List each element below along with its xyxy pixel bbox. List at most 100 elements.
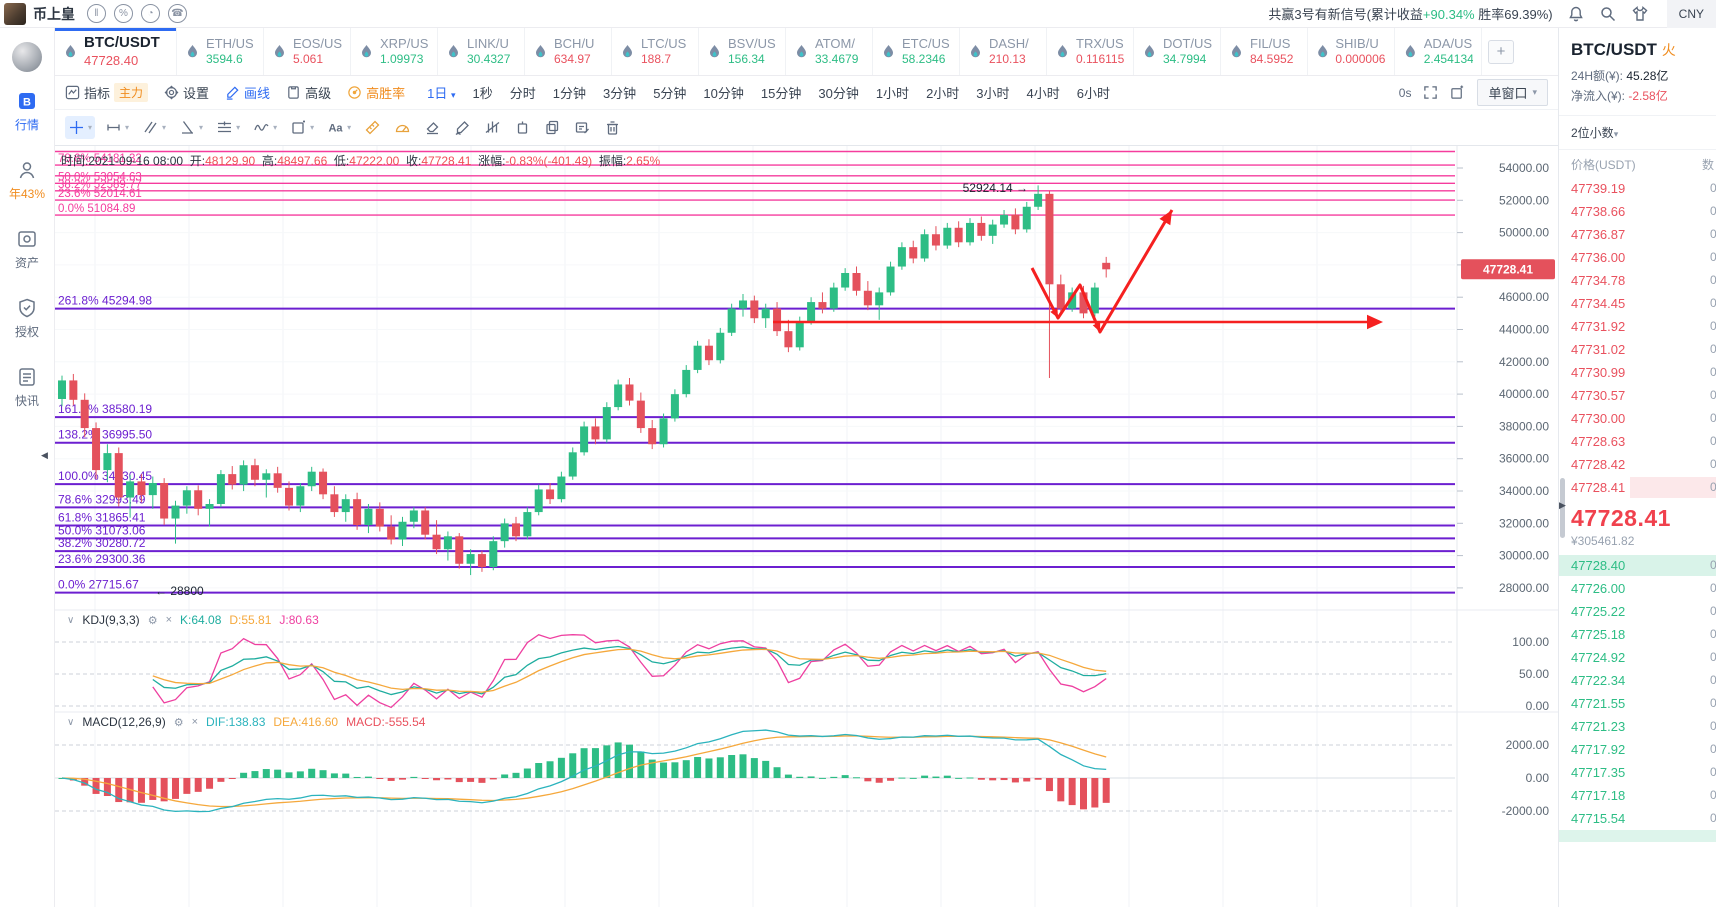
window-mode-select[interactable]: 单窗口 ▾ (1477, 79, 1548, 106)
orderbook-row[interactable]: 47728.42 0 (1559, 453, 1716, 476)
search-icon[interactable] (1599, 5, 1617, 23)
decimals-select[interactable]: 2位小数▾ (1559, 116, 1716, 150)
globe-icon[interactable] (12, 42, 42, 72)
tab-ADA/US[interactable]: ADA/US 2.454134 (1395, 28, 1482, 75)
fullscreen-icon[interactable] (1423, 85, 1438, 100)
tab-ETC/US[interactable]: ETC/US 58.2346 (873, 28, 960, 75)
orderbook-row[interactable]: 47738.66 0 (1559, 200, 1716, 223)
protractor-tool[interactable] (391, 116, 414, 139)
orderbook-row[interactable]: 47721.55 0 (1559, 692, 1716, 715)
kdj-settings-icon[interactable]: ⚙ (148, 614, 158, 627)
signal-banner[interactable]: 共赢3号有新信号(累计收益+90.34% 胜率69.39%) (1268, 4, 1552, 23)
tab-LINK/U[interactable]: LINK/U 30.4327 (438, 28, 525, 75)
macd-settings-icon[interactable]: ⚙ (174, 716, 184, 729)
orderbook-row[interactable]: 47715.54 0 (1559, 807, 1716, 830)
orderbook-row[interactable]: 47731.02 0 (1559, 338, 1716, 361)
orderbook-row[interactable]: 47717.18 0 (1559, 784, 1716, 807)
tab-BSV/US[interactable]: BSV/US 156.34 (699, 28, 786, 75)
magnet-tool[interactable] (511, 116, 534, 139)
interval-3分钟[interactable]: 3分钟 (603, 83, 636, 102)
interval-2小时[interactable]: 2小时 (926, 83, 959, 102)
interval-1秒[interactable]: 1秒 (472, 83, 492, 102)
high-winrate-button[interactable]: 高胜率 (347, 83, 405, 102)
tab-LTC/US[interactable]: LTC/US 188.7 (612, 28, 699, 75)
interval-1日[interactable]: 1日 ▾ (427, 83, 455, 102)
currency-selector[interactable]: CNY (1666, 0, 1716, 28)
orderbook-row[interactable]: 47717.35 0 (1559, 761, 1716, 784)
tab-ETH/US[interactable]: ETH/US 3594.6 (177, 28, 264, 75)
settings-button[interactable]: 设置 (164, 83, 209, 102)
interval-6小时[interactable]: 6小时 (1077, 83, 1110, 102)
orderbook-row[interactable]: 47730.00 0 (1559, 407, 1716, 430)
crosshair-tool[interactable]: ▾ (65, 116, 96, 139)
sidebar-item-行情[interactable]: B 行情 (9, 90, 45, 133)
orderbook-row[interactable]: 47725.22 0 (1559, 600, 1716, 623)
bar-compare-tool[interactable] (481, 116, 504, 139)
interval-分时[interactable]: 分时 (510, 83, 536, 102)
chart-area[interactable]: 时间:2021-09-16 08:00 开:48129.90 高:48497.6… (55, 146, 1558, 907)
pause-badge-icon[interactable]: ‖ (87, 4, 106, 23)
orderbook-row[interactable]: 47721.23 0 (1559, 715, 1716, 738)
advanced-button[interactable]: 高级 (286, 83, 331, 102)
main-force-chip[interactable]: 主力 (114, 83, 149, 102)
orderbook-row[interactable]: 47717.92 0 (1559, 738, 1716, 761)
parallel-lines-tool[interactable]: ▾ (139, 116, 169, 139)
tab-DOT/US[interactable]: DOT/US 34.7994 (1134, 28, 1221, 75)
orderbook-row[interactable]: 47728.41 0 (1559, 476, 1716, 499)
sidebar-item-资产[interactable]: 资产 (9, 228, 45, 271)
sidebar-item-年43%[interactable]: 年43% (9, 159, 45, 202)
percent-badge-icon[interactable]: % (114, 4, 133, 23)
gauge-badge-icon[interactable]: ◔ (141, 4, 160, 23)
orderbook-row[interactable]: 47731.92 0 (1559, 315, 1716, 338)
bell-icon[interactable] (1567, 5, 1585, 23)
angle-line-tool[interactable]: ▾ (176, 116, 206, 139)
sidebar-item-快讯[interactable]: 快讯 (9, 366, 45, 409)
orderbook-row[interactable]: 47722.34 0 (1559, 669, 1716, 692)
indicator-button[interactable]: 指标 主力 (65, 83, 149, 102)
orderbook-row[interactable]: 47736.87 0 (1559, 223, 1716, 246)
shirt-icon[interactable] (1631, 5, 1649, 23)
sidebar-item-授权[interactable]: 授权 (9, 297, 45, 340)
orderbook-row[interactable]: 47734.45 0 (1559, 292, 1716, 315)
orderbook-row[interactable]: 47724.92 0 (1559, 646, 1716, 669)
text-tool[interactable]: Aa ▾ (324, 116, 354, 139)
note-edit-tool[interactable] (571, 116, 594, 139)
kdj-close-icon[interactable]: × (166, 614, 172, 626)
eraser-tool[interactable] (421, 116, 444, 139)
interval-30分钟[interactable]: 30分钟 (818, 83, 858, 102)
interval-15分钟[interactable]: 15分钟 (761, 83, 801, 102)
collapse-panel-arrow[interactable]: ▶ (1559, 500, 1566, 511)
copy-tool[interactable] (541, 116, 564, 139)
add-pane-icon[interactable] (1450, 85, 1465, 100)
add-pair-button[interactable]: + (1488, 39, 1514, 64)
macd-close-icon[interactable]: × (192, 716, 198, 728)
elliott-wave-tool[interactable]: ▾ (250, 116, 280, 139)
user-avatar[interactable] (4, 2, 26, 25)
collapse-icon[interactable]: ∨ (67, 717, 74, 728)
interval-1小时[interactable]: 1小时 (876, 83, 909, 102)
interval-5分钟[interactable]: 5分钟 (653, 83, 686, 102)
tab-DASH/[interactable]: DASH/210.13 (960, 28, 1047, 75)
tab-XRP/US[interactable]: XRP/US 1.09973 (351, 28, 438, 75)
orderbook-row[interactable]: 47736.00 0 (1559, 246, 1716, 269)
orderbook-row[interactable]: 47730.99 0 (1559, 361, 1716, 384)
tab-EOS/US[interactable]: EOS/US 5.061 (264, 28, 351, 75)
tab-BCH/U[interactable]: BCH/U 634.97 (525, 28, 612, 75)
interval-3小时[interactable]: 3小时 (976, 83, 1009, 102)
trash-tool[interactable] (601, 116, 624, 139)
interval-10分钟[interactable]: 10分钟 (703, 83, 743, 102)
interval-4小时[interactable]: 4小时 (1027, 83, 1060, 102)
collapse-sidebar-arrow[interactable]: ◀ (41, 450, 48, 461)
fib-retracement-tool[interactable]: ▾ (213, 116, 243, 139)
tab-ATOM/[interactable]: ATOM/33.4679 (786, 28, 873, 75)
tab-BTC/USDT[interactable]: BTC/USDT 47728.40 (55, 28, 177, 75)
draw-line-button[interactable]: 画线 (225, 83, 270, 102)
orderbook-row[interactable]: 47734.78 0 (1559, 269, 1716, 292)
orderbook-row[interactable]: 47728.63 0 (1559, 430, 1716, 453)
tab-TRX/US[interactable]: TRX/US 0.116115 (1047, 28, 1134, 75)
orderbook-row[interactable]: 47730.57 0 (1559, 384, 1716, 407)
orderbook-row[interactable]: 47725.18 0 (1559, 623, 1716, 646)
frame-annotation-tool[interactable]: ▾ (287, 116, 317, 139)
ruler-tool[interactable] (361, 116, 384, 139)
orderbook-row[interactable]: 47739.19 0 (1559, 177, 1716, 200)
